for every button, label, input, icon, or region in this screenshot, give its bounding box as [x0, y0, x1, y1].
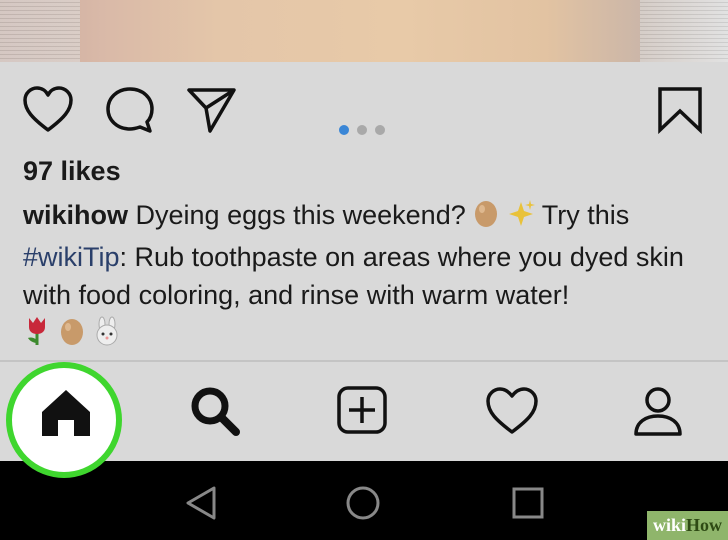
recents-square-icon[interactable]: [511, 485, 545, 526]
carousel-dot: [357, 125, 367, 135]
newspaper-texture: [0, 0, 80, 62]
caption-text: : Rub toothpaste on areas where you dyed…: [23, 242, 684, 310]
newspaper-texture: [640, 0, 728, 62]
post-caption: wikihow Dyeing eggs this weekend? Try th…: [23, 196, 713, 356]
send-icon[interactable]: [186, 86, 238, 139]
tulip-emoji-icon: [23, 314, 51, 356]
post-actions: [0, 86, 728, 146]
carousel-dots: [339, 122, 393, 140]
carousel-dot: [375, 125, 385, 135]
bookmark-icon[interactable]: [656, 86, 704, 139]
caption-text: Dyeing eggs this weekend?: [128, 200, 474, 230]
home-circle-icon[interactable]: [345, 485, 381, 526]
search-icon[interactable]: [188, 386, 248, 442]
comment-icon[interactable]: [104, 86, 156, 139]
post-image[interactable]: [0, 0, 728, 62]
profile-icon[interactable]: [630, 386, 690, 442]
rabbit-emoji-icon: [92, 316, 122, 356]
caption-text: Try this: [534, 200, 630, 230]
hashtag-link[interactable]: #wikiTip: [23, 242, 120, 272]
caption-username[interactable]: wikihow: [23, 200, 128, 230]
add-post-icon[interactable]: [334, 386, 394, 442]
egg-emoji-icon: [59, 316, 85, 356]
carousel-dot-active: [339, 125, 349, 135]
back-triangle-icon[interactable]: [184, 485, 218, 526]
home-icon[interactable]: [38, 388, 98, 444]
wikihow-watermark: wikiHow: [646, 511, 728, 540]
sparkles-emoji-icon: [507, 198, 535, 238]
bottom-tab-bar: [0, 362, 728, 478]
egg-emoji-icon: [473, 198, 499, 238]
likes-count[interactable]: 97 likes: [23, 156, 121, 187]
android-nav-bar: wikiHow: [0, 461, 728, 540]
post-body: 97 likes wikihow Dyeing eggs this weeken…: [0, 62, 728, 360]
heart-icon[interactable]: [484, 386, 544, 442]
heart-icon[interactable]: [22, 86, 74, 139]
